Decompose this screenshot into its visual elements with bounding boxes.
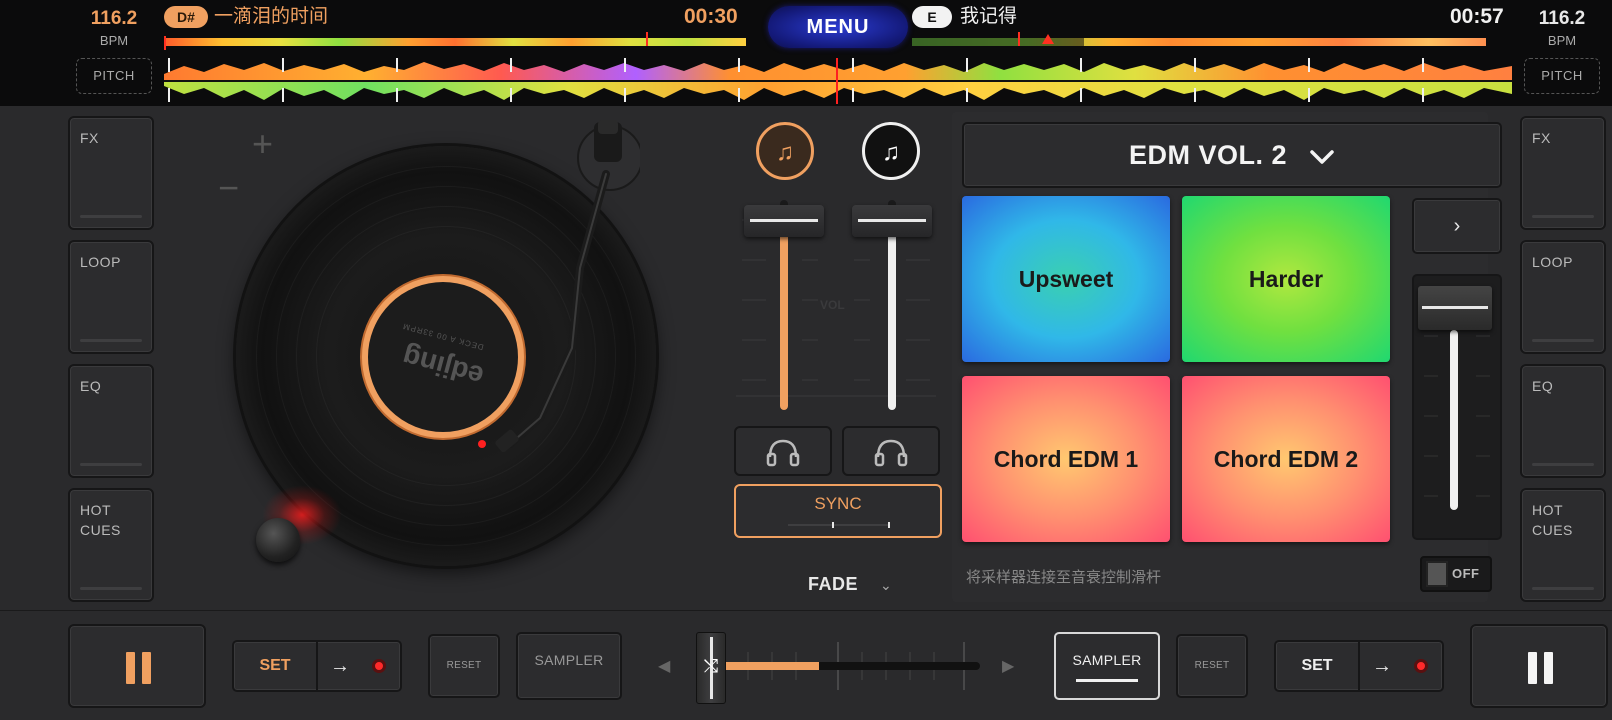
left-overview-waveform[interactable] [164, 32, 746, 50]
left-pitch-button[interactable]: PITCH [76, 58, 152, 94]
chevron-down-icon [1310, 150, 1334, 164]
right-track-time: 00:57 [1450, 5, 1504, 28]
right-deck-load-icon[interactable]: ♫ [862, 122, 920, 180]
right-set-button[interactable]: SET [1276, 642, 1360, 690]
shuffle-icon: ⤭ [703, 656, 719, 676]
right-hot-cues-label: HOT CUES [1532, 502, 1573, 538]
sampler-pad-3[interactable]: Chord EDM 1 [962, 376, 1170, 542]
right-key-badge: E [912, 6, 952, 28]
left-cue-set-group: SET → [232, 640, 402, 692]
headphones-icon [874, 439, 908, 467]
left-sampler-button[interactable]: SAMPLER [516, 632, 622, 700]
left-hot-cues-button[interactable]: HOT CUES [68, 488, 154, 602]
toggle-label: OFF [1452, 566, 1480, 581]
sync-label: SYNC [814, 494, 862, 513]
right-volume-fader[interactable] [852, 205, 932, 237]
right-sampler-label: SAMPLER [1072, 652, 1142, 668]
left-loop-label: LOOP [80, 254, 121, 270]
toggle-thumb [1426, 561, 1448, 587]
crossfader-fill [712, 662, 820, 670]
sampler-pad-2[interactable]: Harder [1182, 196, 1390, 362]
left-eq-button[interactable]: EQ [68, 364, 154, 478]
volume-label: VOL [820, 298, 845, 312]
left-fx-label: FX [80, 130, 99, 146]
crossfader-right-arrow[interactable]: ▶ [1002, 656, 1014, 676]
right-overview-waveform[interactable] [912, 32, 1486, 46]
right-eq-label: EQ [1532, 378, 1554, 394]
left-sampler-label: SAMPLER [534, 652, 604, 668]
dj-app: 116.2 BPM PITCH 116.2 BPM PITCH D# 一滴泪的时… [0, 0, 1612, 720]
left-cue-indicator [372, 659, 386, 673]
main-waveform[interactable] [164, 58, 1512, 104]
right-fx-button[interactable]: FX [1520, 116, 1606, 230]
sampler-crossfader-hint: 将采样器连接至音衰控制滑杆 [966, 569, 1162, 586]
right-pitch-button[interactable]: PITCH [1524, 58, 1600, 94]
left-bpm-value: 116.2 [90, 8, 138, 29]
right-cue-jump-icon[interactable]: → [1372, 642, 1392, 690]
right-cue-set-group: SET → [1274, 640, 1444, 692]
right-bpm-label: BPM [1547, 33, 1577, 48]
right-loop-label: LOOP [1532, 254, 1573, 270]
left-fx-button[interactable]: FX [68, 116, 154, 230]
right-track-title: 我记得 [960, 6, 1018, 27]
right-sampler-button[interactable]: SAMPLER [1054, 632, 1160, 700]
top-bar: 116.2 BPM PITCH 116.2 BPM PITCH D# 一滴泪的时… [0, 0, 1612, 106]
sample-pack-selector[interactable]: EDM VOL. 2 [962, 122, 1502, 188]
right-fx-label: FX [1532, 130, 1551, 146]
left-play-pause-button[interactable] [68, 624, 206, 708]
right-eq-button[interactable]: EQ [1520, 364, 1606, 478]
sync-button[interactable]: SYNC [734, 484, 942, 538]
fade-selector-label[interactable]: FADE [808, 574, 858, 595]
crossfader-left-arrow[interactable]: ◀ [658, 656, 670, 676]
left-reset-button[interactable]: RESET [428, 634, 500, 698]
left-headphone-cue-button[interactable] [734, 426, 832, 476]
right-bpm-value: 116.2 [1538, 8, 1586, 29]
menu-button[interactable]: MENU [768, 6, 908, 48]
sampler-pad-4[interactable]: Chord EDM 2 [1182, 376, 1390, 542]
left-volume-fader[interactable] [744, 205, 824, 237]
right-play-pause-button[interactable] [1470, 624, 1608, 708]
left-volume-fill [780, 221, 788, 410]
left-track-title: 一滴泪的时间 [214, 6, 329, 27]
sampler-next-button[interactable]: › [1412, 198, 1502, 254]
left-eq-label: EQ [80, 378, 102, 394]
right-volume-fill [888, 221, 896, 410]
left-key-badge: D# [164, 6, 208, 28]
sampler-pad-1[interactable]: Upsweet [962, 196, 1170, 362]
left-cue-jump-icon[interactable]: → [330, 642, 350, 690]
left-loop-button[interactable]: LOOP [68, 240, 154, 354]
left-bpm-display: 116.2 BPM [74, 8, 154, 48]
pause-icon [1528, 652, 1554, 684]
right-bpm-display: 116.2 BPM [1522, 8, 1602, 48]
headphones-icon [766, 439, 800, 467]
deck-knob[interactable] [256, 518, 300, 562]
right-loop-button[interactable]: LOOP [1520, 240, 1606, 354]
left-track-time: 00:30 [684, 5, 738, 28]
right-hot-cues-button[interactable]: HOT CUES [1520, 488, 1606, 602]
tonearm[interactable] [460, 118, 640, 478]
left-bpm-label: BPM [99, 33, 129, 48]
right-cue-indicator [1414, 659, 1428, 673]
zoom-out-icon[interactable]: − [218, 170, 239, 206]
right-headphone-cue-button[interactable] [842, 426, 940, 476]
zoom-in-icon[interactable]: + [252, 126, 273, 162]
sample-pack-name: EDM VOL. 2 [1128, 140, 1287, 170]
sampler-volume-track[interactable] [1450, 330, 1458, 510]
left-set-button[interactable]: SET [234, 642, 318, 690]
right-reset-button[interactable]: RESET [1176, 634, 1248, 698]
pause-icon [126, 652, 152, 684]
left-hot-cues-label: HOT CUES [80, 502, 121, 538]
sampler-volume-fader[interactable] [1418, 286, 1492, 330]
sampler-crossfader-toggle[interactable]: OFF [1420, 556, 1492, 592]
left-deck-load-icon[interactable]: ♫ [756, 122, 814, 180]
chevron-down-icon[interactable]: ⌄ [880, 577, 892, 594]
